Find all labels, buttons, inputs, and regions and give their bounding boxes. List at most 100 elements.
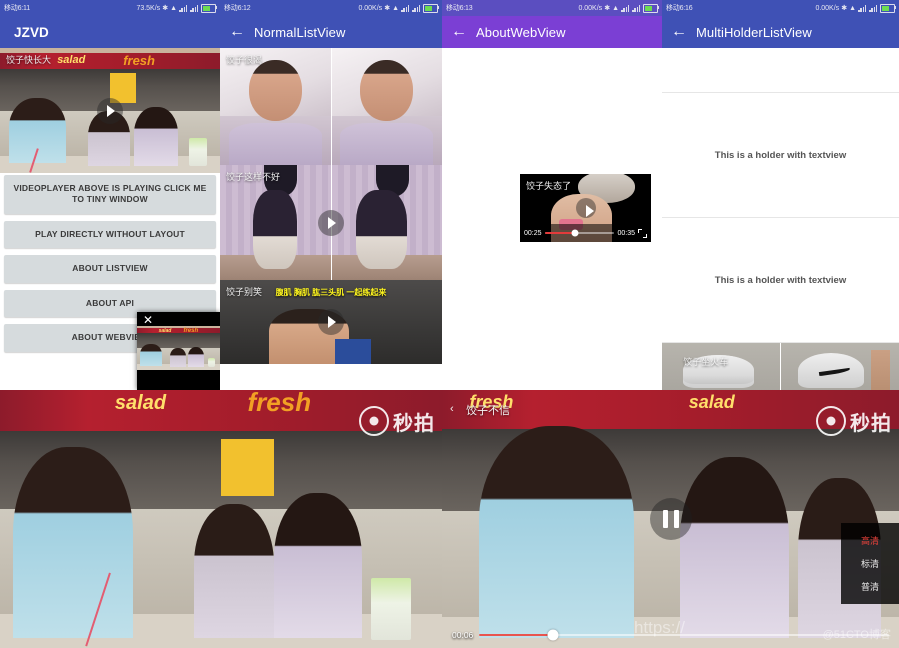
scene-cup: [208, 357, 216, 368]
scene-person-1: [13, 446, 133, 638]
back-icon[interactable]: ←: [442, 24, 476, 40]
sign-word-salad: salad: [114, 391, 167, 414]
sign-word-fresh: fresh: [247, 390, 312, 417]
fullscreen-player-left[interactable]: salad fresh 秒拍: [0, 390, 442, 648]
about-listview-button[interactable]: ABOUT LISTVIEW: [4, 255, 216, 283]
page-title: JZVD: [14, 24, 49, 40]
play-icon[interactable]: [318, 209, 344, 236]
bluetooth-icon: ✱: [162, 4, 169, 12]
list-item[interactable]: [662, 48, 899, 93]
quality-option-sd[interactable]: 标清: [841, 552, 899, 575]
battery-icon: [880, 3, 896, 13]
sign-word-fresh: fresh: [123, 53, 155, 69]
back-icon[interactable]: ←: [662, 24, 696, 40]
scene-person-3: [679, 457, 790, 638]
battery-icon: [423, 3, 439, 13]
signal-icon: [621, 4, 630, 12]
signal-icon: [179, 4, 188, 12]
miaopai-label: 秒拍: [393, 412, 435, 435]
bluetooth-icon: ✱: [604, 4, 611, 12]
progress-slider[interactable]: [479, 629, 889, 641]
total-time-label: 00:35: [617, 229, 635, 237]
list-item-video-right[interactable]: [781, 343, 899, 390]
close-icon[interactable]: ✕: [143, 314, 153, 326]
status-bar: 移动6:11 73.5K/s ✱ ▲: [0, 0, 220, 16]
signal-2-icon: [190, 4, 199, 12]
page-title: NormalListView: [254, 24, 346, 40]
fullscreen-icon[interactable]: [638, 228, 647, 238]
miaopai-logo-icon: [359, 406, 389, 436]
scene-person-1: [140, 343, 162, 367]
webview-content: 饺子失态了 00:25 00:35: [442, 48, 662, 390]
scene-shirt: [340, 122, 434, 165]
sign-word-salad: salad: [57, 53, 86, 66]
bluetooth-icon: ✱: [384, 4, 391, 12]
battery-icon: [201, 3, 217, 13]
battery-icon: [643, 3, 659, 13]
wifi-icon: ▲: [612, 4, 619, 12]
panel-about-webview: 移动6:13 0.00K/s ✱ ▲ ← AboutWebView 饺子失态了: [442, 0, 662, 390]
status-right: 0.00K/s ✱ ▲: [815, 3, 896, 13]
list-item[interactable]: 腹肌 胸肌 肱三头肌 一起练起来 饺子别笑: [220, 280, 442, 364]
pause-icon[interactable]: [649, 498, 692, 540]
scene-arm: [870, 349, 890, 390]
status-left: 移动6:12: [224, 5, 251, 12]
video-caption: 饺子坐火车: [683, 354, 755, 385]
tiny-window-button[interactable]: VIDEOPLAYER ABOVE IS PLAYING CLICK ME TO…: [4, 175, 216, 214]
video-caption: 饺子失态了: [526, 181, 572, 191]
scene-head: [248, 59, 302, 121]
panel-normal-listview: 移动6:12 0.00K/s ✱ ▲ ← NormalListView 饺子很渴: [220, 0, 442, 390]
list-item-video-left[interactable]: 饺子这样不好: [220, 165, 332, 280]
list-item[interactable]: 饺子很渴: [220, 48, 442, 165]
play-icon[interactable]: [97, 97, 123, 124]
video-caption: 饺子别笑: [226, 287, 263, 297]
status-left: 移动6:11: [4, 5, 30, 12]
main-video-player[interactable]: salad fresh 饺子快长大: [0, 48, 220, 173]
back-icon[interactable]: ←: [220, 24, 254, 40]
list-item[interactable]: 饺子这样不好: [220, 165, 442, 280]
list-item[interactable]: This is a holder with textview: [662, 218, 899, 343]
list-item-video-left[interactable]: 饺子很渴: [220, 48, 332, 165]
progress-slider[interactable]: [544, 229, 615, 237]
status-left: 移动6:13: [446, 5, 473, 12]
miaopai-logo-icon: [816, 406, 846, 436]
page-title: AboutWebView: [476, 24, 566, 40]
network-speed-label: 0.00K/s: [578, 4, 603, 12]
appbar-jzvd: JZVD: [0, 16, 220, 48]
scene-person-2: [194, 503, 275, 638]
signal-2-icon: [869, 4, 878, 12]
list-item-video-right[interactable]: [331, 48, 442, 165]
play-directly-button[interactable]: PLAY DIRECTLY WITHOUT LAYOUT: [4, 220, 216, 249]
list-item[interactable]: 饺子坐火车: [662, 343, 899, 390]
signal-icon: [401, 4, 410, 12]
list-item[interactable]: This is a holder with textview: [662, 93, 899, 218]
play-icon[interactable]: [318, 309, 344, 335]
list-item-video-left[interactable]: 饺子坐火车: [662, 343, 781, 390]
appbar-about-webview: ← AboutWebView: [442, 16, 662, 48]
page-title: MultiHolderListView: [696, 24, 812, 40]
scene-person-2: [170, 348, 186, 368]
quality-option-normal[interactable]: 普清: [841, 575, 899, 598]
scene-yellow-panel: [221, 439, 275, 496]
player-controls: 00:25 00:35: [520, 224, 651, 242]
carrier-label: 移动6:16: [666, 4, 693, 12]
status-right: 0.00K/s ✱ ▲: [578, 3, 659, 13]
back-icon[interactable]: ‹: [450, 403, 454, 415]
fullscreen-player-right[interactable]: salad fresh ‹ 饺子不信 秒拍 高清 标清 普清 https:// …: [442, 390, 899, 648]
tiny-window-video[interactable]: salad fresh: [137, 326, 220, 370]
network-speed-label: 0.00K/s: [358, 4, 383, 12]
player-bottom-controls: 00:06: [442, 622, 899, 648]
current-time-label: 00:06: [452, 630, 474, 640]
appbar-normal-listview: ← NormalListView: [220, 16, 442, 48]
panel-jzvd-home: 移动6:11 73.5K/s ✱ ▲ JZVD salad fresh 饺子快长…: [0, 0, 220, 390]
wifi-icon: ▲: [170, 4, 177, 12]
tiny-floating-window[interactable]: ✕ salad fresh: [137, 312, 220, 390]
status-bar: 移动6:16 0.00K/s ✱ ▲: [662, 0, 899, 16]
list-item-video-right[interactable]: [331, 165, 442, 280]
webview-video-player[interactable]: 饺子失态了 00:25 00:35: [520, 174, 651, 242]
play-icon[interactable]: [575, 198, 596, 218]
carrier-label: 移动6:11: [4, 4, 30, 12]
quality-option-hd[interactable]: 高清: [841, 529, 899, 552]
signal-icon: [858, 4, 867, 12]
wifi-icon: ▲: [392, 4, 399, 12]
